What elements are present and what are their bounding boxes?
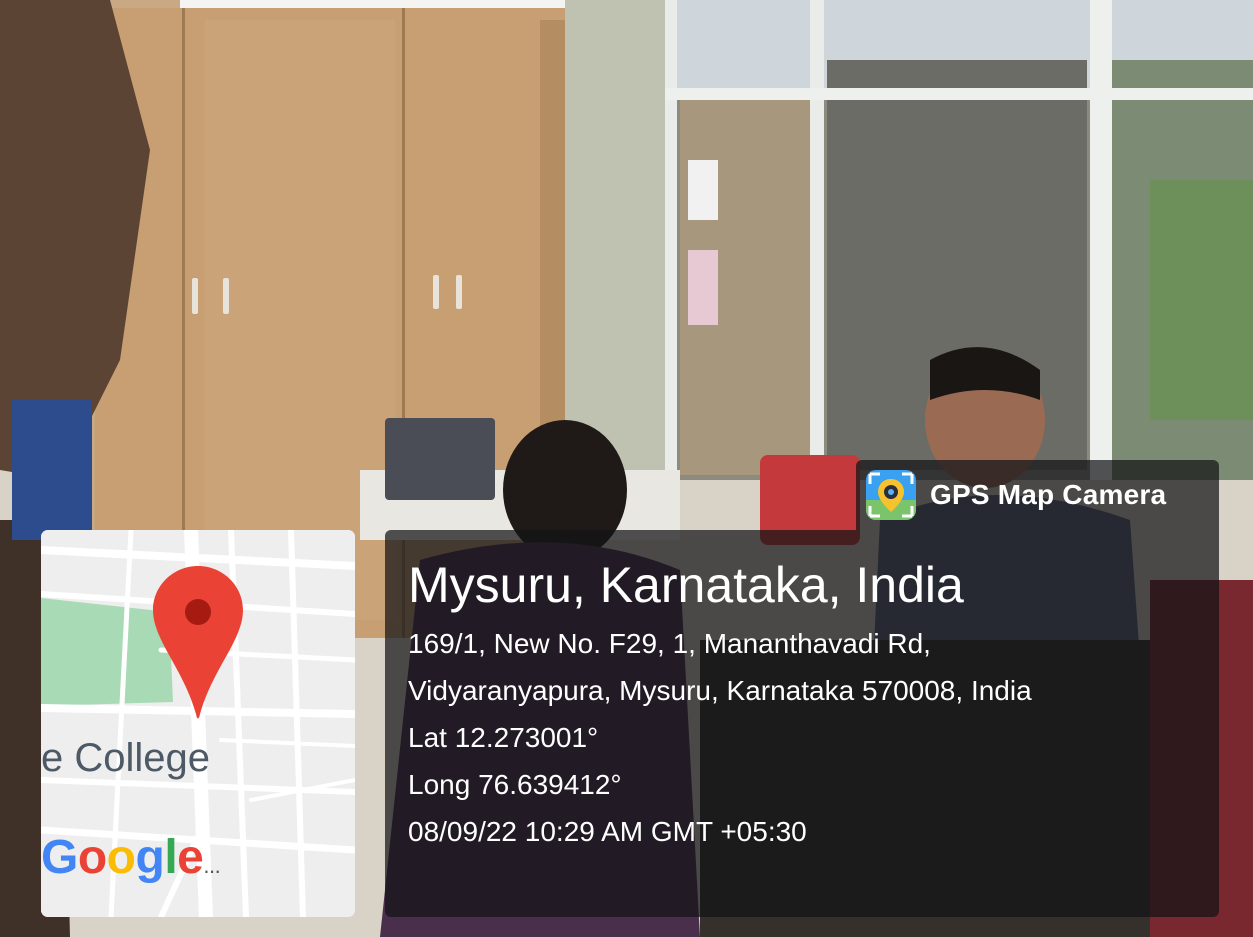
address-line-2: Vidyaranyapura, Mysuru, Karnataka 570008… bbox=[408, 675, 1032, 706]
map-place-label: e College bbox=[41, 736, 211, 780]
app-name: GPS Map Camera bbox=[930, 479, 1167, 510]
camera-pin-icon bbox=[866, 470, 916, 520]
latitude: Lat 12.273001° bbox=[408, 722, 599, 753]
location-info-panel: Mysuru, Karnataka, India 169/1, New No. … bbox=[385, 530, 1219, 917]
place-title: Mysuru, Karnataka, India bbox=[408, 557, 964, 613]
map-thumbnail: e College Google... bbox=[41, 530, 355, 917]
address-line-1: 169/1, New No. F29, 1, Mananthavadi Rd, bbox=[408, 628, 931, 659]
longitude: Long 76.639412° bbox=[408, 769, 622, 800]
app-badge: GPS Map Camera bbox=[856, 460, 1219, 530]
timestamp: 08/09/22 10:29 AM GMT +05:30 bbox=[408, 816, 807, 847]
google-logo: Google... bbox=[41, 831, 221, 884]
